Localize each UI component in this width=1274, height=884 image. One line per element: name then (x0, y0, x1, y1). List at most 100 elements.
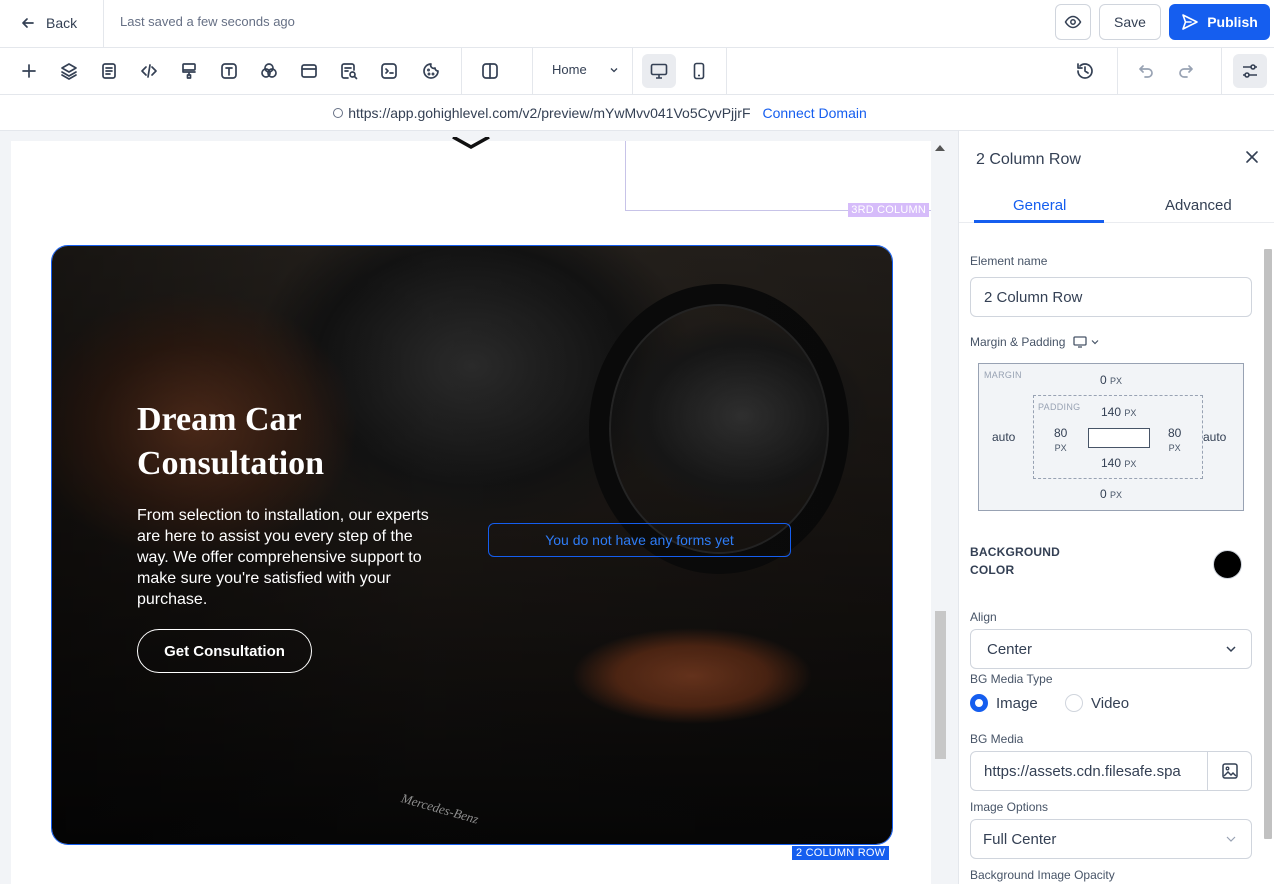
chevron-down-icon[interactable] (1091, 338, 1099, 346)
desktop-view-button[interactable] (642, 54, 676, 88)
split-view-button[interactable] (476, 57, 504, 85)
panel-scrollbar[interactable] (1262, 231, 1274, 839)
background-color-swatch[interactable] (1213, 550, 1242, 579)
redo-button[interactable] (1172, 57, 1200, 85)
publish-label: Publish (1207, 14, 1258, 30)
colors-button[interactable] (255, 57, 283, 85)
media-type-image-label: Image (996, 695, 1038, 712)
chevron-down-icon (1226, 836, 1236, 842)
media-type-video-radio[interactable] (1065, 694, 1083, 712)
scroll-up-icon[interactable] (935, 145, 945, 151)
padding-right-value[interactable]: 80 PX (1168, 426, 1181, 455)
back-label: Back (46, 15, 78, 31)
editor-canvas: 3RD COLUMN Dream Car Consultation From s… (0, 131, 958, 884)
preview-url-bar: https://app.gohighlevel.com/v2/preview/m… (0, 95, 1274, 131)
active-tab-indicator (974, 220, 1104, 223)
tab-advanced[interactable]: Advanced (1165, 197, 1232, 214)
element-name-input[interactable]: 2 Column Row (970, 277, 1252, 317)
scrollbar-thumb[interactable] (935, 611, 946, 759)
chevron-down-decoration (452, 137, 490, 150)
bg-media-type-label: BG Media Type (970, 672, 1053, 686)
custom-code-button[interactable] (375, 57, 403, 85)
divider (461, 48, 462, 94)
typography-button[interactable] (215, 57, 243, 85)
hero-heading[interactable]: Dream Car Consultation (137, 398, 437, 486)
code-icon (141, 64, 157, 78)
canvas-scrollbar[interactable] (933, 131, 947, 884)
redo-icon (1179, 65, 1193, 78)
divider (1221, 48, 1222, 94)
globe-icon (333, 107, 344, 118)
preview-button[interactable] (1055, 4, 1091, 40)
margin-right-value[interactable]: auto (1203, 430, 1226, 444)
toolbar: Home (0, 48, 1274, 95)
connect-domain-link[interactable]: Connect Domain (763, 105, 867, 121)
blend-icon (261, 63, 277, 78)
row-tag: 2 COLUMN ROW (792, 846, 890, 860)
preview-url[interactable]: https://app.gohighlevel.com/v2/preview/m… (333, 104, 751, 121)
media-type-video-label: Video (1091, 695, 1130, 712)
element-name-label: Element name (970, 254, 1048, 268)
two-column-row[interactable]: Dream Car Consultation From selection to… (51, 245, 893, 845)
add-element-button[interactable] (15, 57, 43, 85)
divider (103, 0, 104, 47)
page-preview: 3RD COLUMN Dream Car Consultation From s… (11, 137, 931, 884)
margin-top-value[interactable]: 0 PX (1100, 373, 1122, 387)
third-column[interactable]: 3RD COLUMN (625, 141, 931, 217)
margin-bottom-value[interactable]: 0 PX (1100, 487, 1122, 501)
divider (632, 48, 633, 94)
preview-url-text: https://app.gohighlevel.com/v2/preview/m… (348, 104, 751, 121)
padding-bottom-value[interactable]: 140 PX (1101, 456, 1136, 470)
add-icon (22, 64, 36, 78)
desktop-icon[interactable] (1073, 336, 1089, 348)
panel-scrollbar-thumb[interactable] (1264, 249, 1272, 839)
bg-media-label: BG Media (970, 732, 1024, 746)
mobile-icon (693, 62, 705, 80)
form-placeholder[interactable]: You do not have any forms yet (488, 523, 791, 557)
pages-button[interactable] (95, 57, 123, 85)
hero-paragraph[interactable]: From selection to installation, our expe… (137, 505, 432, 610)
tab-general[interactable]: General (1013, 197, 1066, 214)
margin-caption: MARGIN (984, 370, 1022, 380)
close-icon[interactable] (1244, 149, 1260, 165)
padding-caption: PADDING (1038, 402, 1081, 412)
divider (1117, 48, 1118, 94)
margin-left-value[interactable]: auto (992, 430, 1015, 444)
back-button[interactable]: Back (12, 8, 85, 38)
align-select[interactable]: Center (970, 629, 1252, 669)
cookie-button[interactable] (417, 57, 445, 85)
background-color-label: BACKGROUND COLOR (970, 545, 1060, 577)
styles-button[interactable] (175, 57, 203, 85)
sliders-icon (1243, 64, 1257, 78)
send-icon (1182, 14, 1199, 30)
divider (532, 48, 533, 94)
layers-icon (61, 63, 77, 80)
sections-button[interactable] (295, 57, 323, 85)
forms-button[interactable] (335, 57, 363, 85)
align-label: Align (970, 610, 997, 624)
image-options-select[interactable]: Full Center (970, 819, 1252, 859)
content-box (1088, 428, 1150, 448)
media-library-button[interactable] (1207, 751, 1252, 791)
bg-opacity-label: Background Image Opacity (970, 868, 1115, 882)
padding-left-value[interactable]: 80 PX (1054, 426, 1067, 455)
save-status: Last saved a few seconds ago (120, 14, 295, 29)
chevron-down-icon (610, 67, 618, 72)
get-consultation-button[interactable]: Get Consultation (137, 629, 312, 673)
mobile-view-button[interactable] (682, 54, 716, 88)
history-button[interactable] (1071, 57, 1099, 85)
settings-toggle-button[interactable] (1233, 54, 1267, 88)
padding-top-value[interactable]: 140 PX (1101, 405, 1136, 419)
page-select[interactable]: Home (552, 62, 619, 77)
cookie-icon (423, 63, 439, 79)
code-button[interactable] (135, 57, 163, 85)
top-bar: Back Last saved a few seconds ago Save P… (0, 0, 1274, 48)
bg-media-input[interactable]: https://assets.cdn.filesafe.spa (970, 751, 1208, 791)
publish-button[interactable]: Publish (1169, 4, 1270, 40)
layers-button[interactable] (55, 57, 83, 85)
media-type-image-radio[interactable] (970, 694, 988, 712)
paint-icon (182, 63, 196, 79)
spacing-box-model: MARGIN 0 PX 0 PX auto auto PADDING 140 P… (978, 363, 1244, 511)
save-button[interactable]: Save (1099, 4, 1161, 40)
undo-button[interactable] (1132, 57, 1160, 85)
